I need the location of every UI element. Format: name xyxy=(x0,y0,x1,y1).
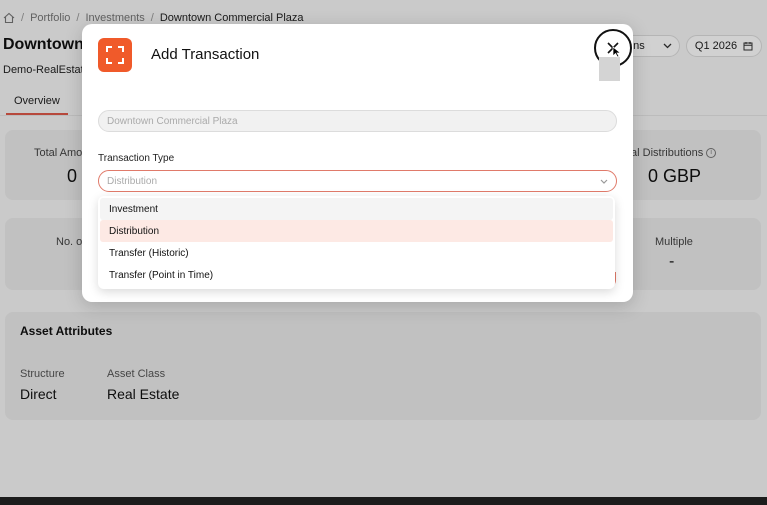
option-investment[interactable]: Investment xyxy=(100,198,613,220)
transaction-type-value: Distribution xyxy=(107,175,158,187)
scan-frame-icon xyxy=(106,46,124,64)
option-transfer-point-in-time[interactable]: Transfer (Point in Time) xyxy=(100,264,613,286)
cursor-highlight xyxy=(599,57,620,81)
transaction-type-label: Transaction Type xyxy=(98,153,175,164)
option-distribution[interactable]: Distribution xyxy=(100,220,613,242)
mouse-pointer-icon xyxy=(612,46,622,58)
transaction-icon xyxy=(98,38,132,72)
modal-title: Add Transaction xyxy=(151,46,260,63)
transaction-type-select[interactable]: Distribution xyxy=(98,170,617,192)
option-transfer-historic[interactable]: Transfer (Historic) xyxy=(100,242,613,264)
chevron-down-icon xyxy=(600,179,608,184)
asset-input[interactable]: Downtown Commercial Plaza xyxy=(98,110,617,132)
bottom-bar xyxy=(0,497,767,505)
transaction-type-dropdown: Investment Distribution Transfer (Histor… xyxy=(98,196,615,289)
